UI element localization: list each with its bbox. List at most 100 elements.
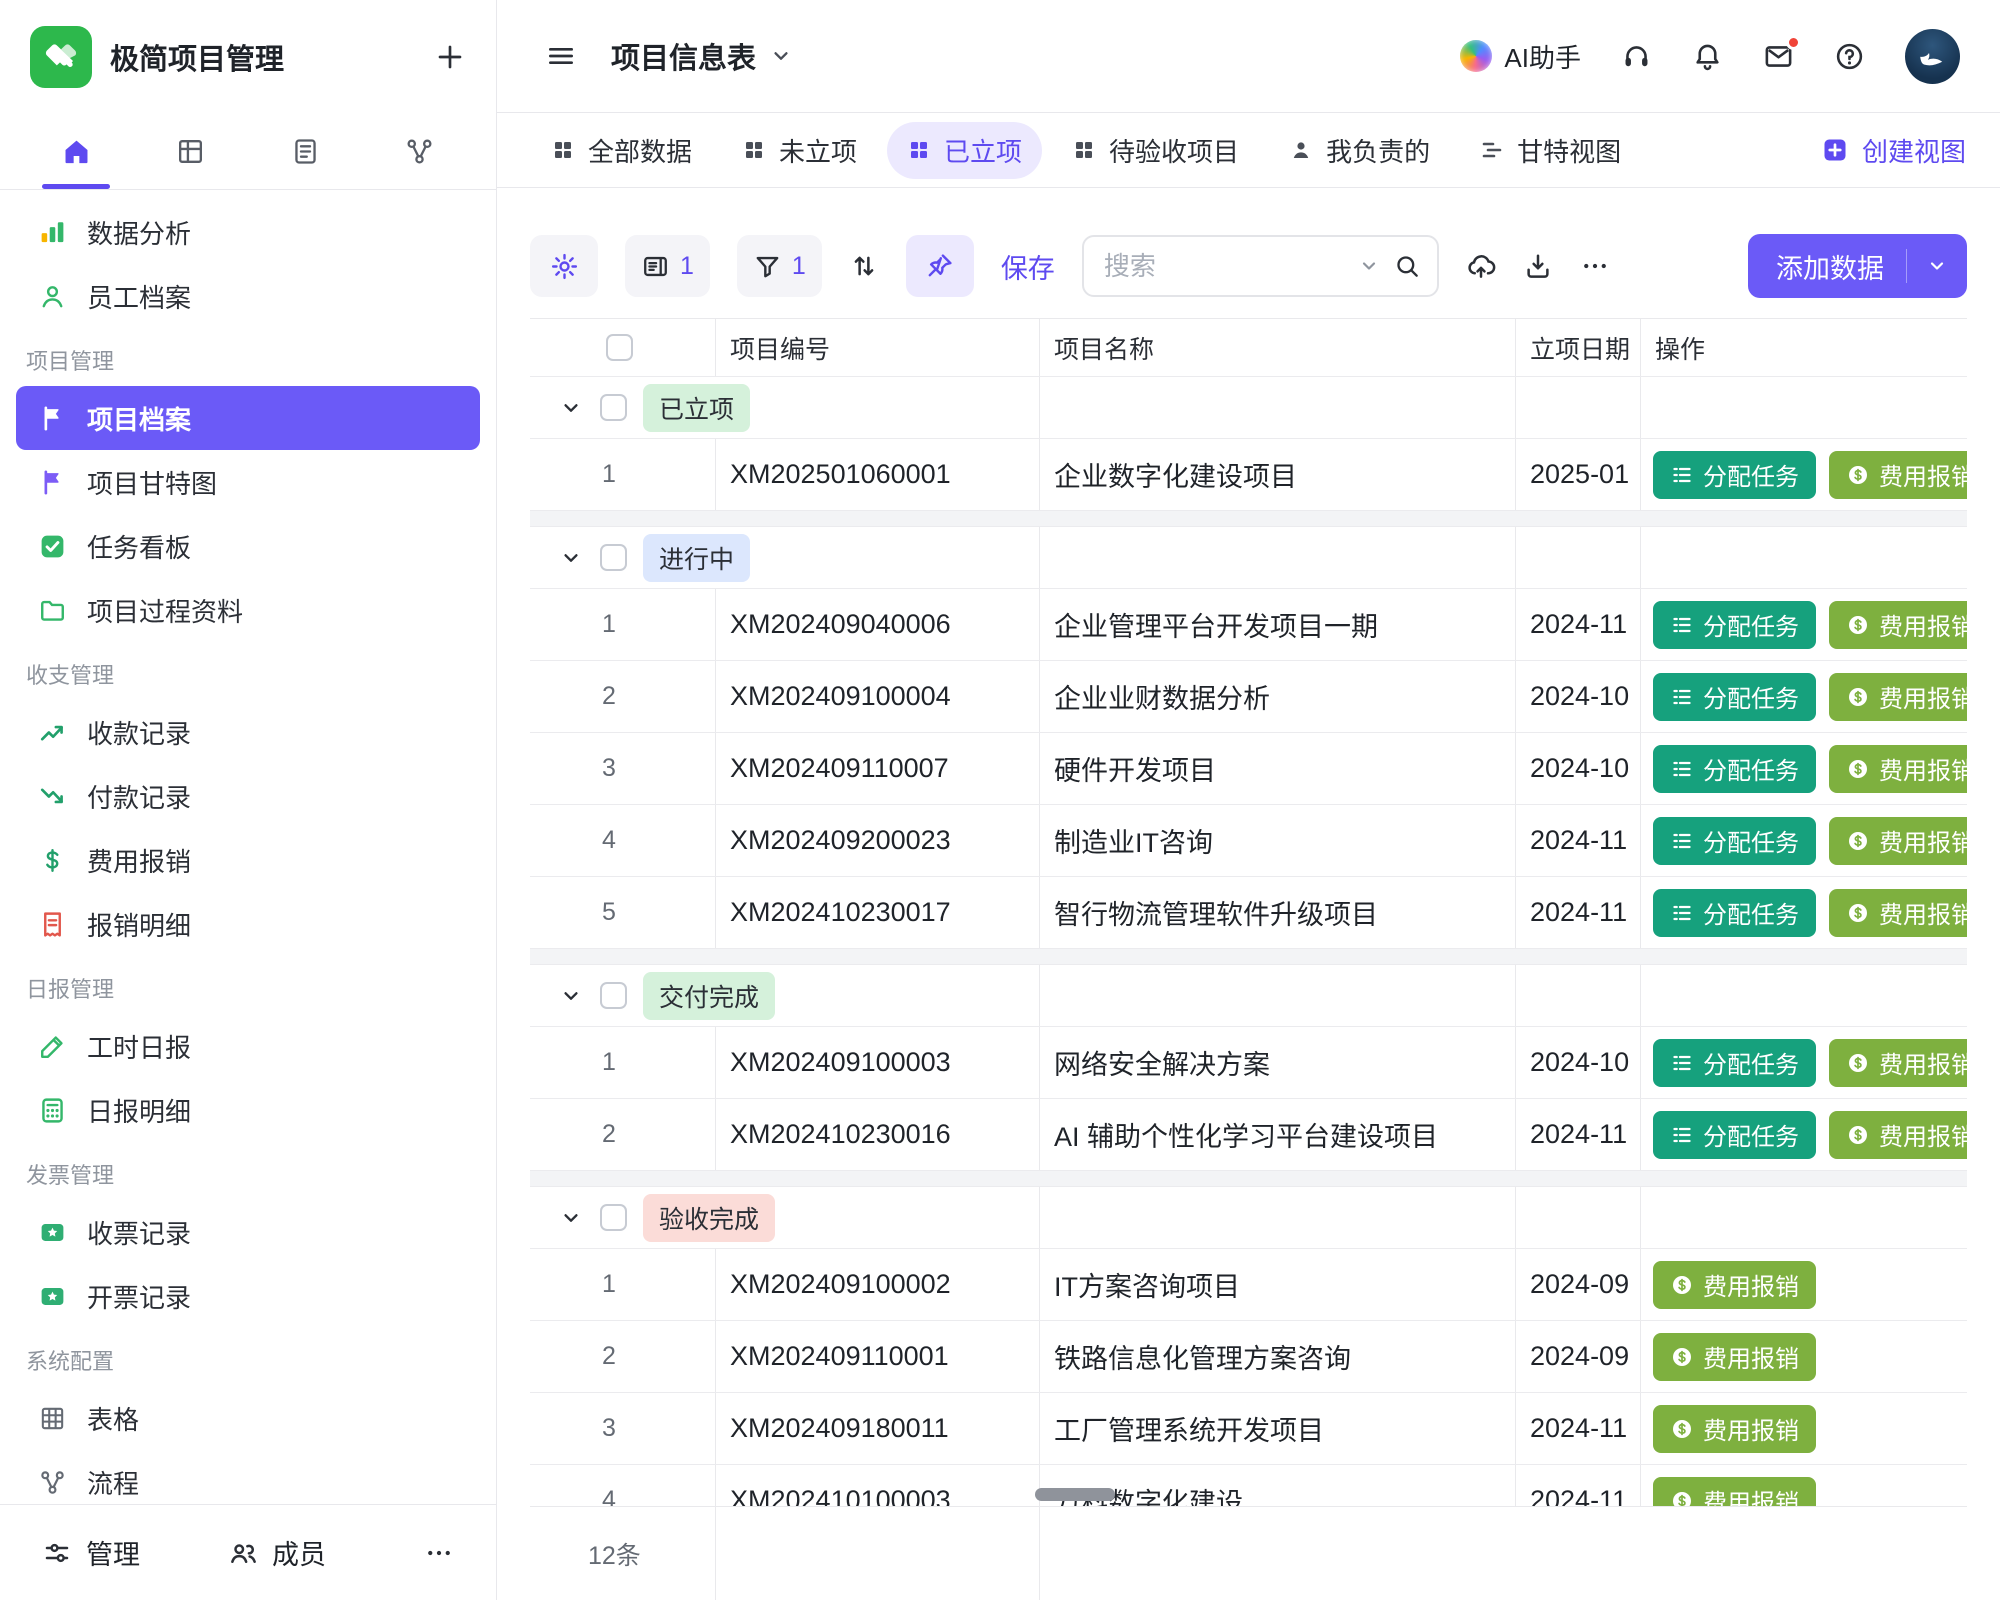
sidebar-item-project-gantt[interactable]: 项目甘特图 [16, 450, 480, 514]
view-tab-gantt-view[interactable]: 甘特视图 [1460, 122, 1641, 179]
expense-reimburse-button[interactable]: 费用报销 [1653, 1477, 1816, 1507]
user-avatar[interactable] [1905, 29, 1960, 84]
group-select-checkbox[interactable] [600, 982, 627, 1009]
table-row[interactable]: 2XM202409110001铁路信息化管理方案咨询2024-09费用报销 [530, 1321, 1967, 1393]
expense-reimburse-button[interactable]: 费用报销 [1653, 1405, 1816, 1453]
table-row[interactable]: 2XM202409100004企业业财数据分析2024-10分配任务费用报销 [530, 661, 1967, 733]
search-scope-chevron-icon[interactable] [1357, 254, 1381, 278]
assign-task-button[interactable]: 分配任务 [1653, 601, 1816, 649]
inbox-mail-button[interactable] [1763, 41, 1794, 72]
expense-reimburse-button[interactable]: 费用报销 [1829, 601, 1967, 649]
horizontal-scrollbar-thumb[interactable] [1035, 1488, 1115, 1501]
view-tab-all-data[interactable]: 全部数据 [531, 122, 712, 179]
support-headset-icon[interactable] [1621, 41, 1652, 72]
sidebar-item-workflow[interactable]: 流程 [16, 1450, 480, 1504]
column-header-actions[interactable]: 操作 [1641, 319, 1967, 376]
sidebar-item-expense-reimbursement[interactable]: 费用报销 [16, 828, 480, 892]
sidebar-item-employee-files[interactable]: 员工档案 [16, 264, 480, 328]
table-row[interactable]: 4XM202410100003万科数字化建设2024-11费用报销 [530, 1465, 1967, 1506]
create-view-button[interactable]: 创建视图 [1821, 132, 1966, 169]
sidebar-more-icon[interactable] [424, 1538, 454, 1568]
table-row[interactable]: 5XM202410230017智行物流管理软件升级项目2024-11分配任务费用… [530, 877, 1967, 949]
view-tab-initiated[interactable]: 已立项 [887, 122, 1042, 179]
import-upload-icon[interactable] [1466, 251, 1496, 281]
sidebar-tab-workflow[interactable] [380, 114, 460, 189]
sidebar-item-invoice-issued[interactable]: 开票记录 [16, 1264, 480, 1328]
ai-assistant-button[interactable]: AI助手 [1460, 38, 1581, 75]
expense-reimburse-button[interactable]: 费用报销 [1829, 451, 1967, 499]
expense-reimburse-button[interactable]: 费用报销 [1653, 1261, 1816, 1309]
view-settings-gear-button[interactable] [530, 235, 598, 297]
hamburger-menu-icon[interactable] [545, 40, 577, 72]
export-download-icon[interactable] [1523, 251, 1553, 281]
field-config-button[interactable]: 1 [625, 235, 710, 297]
help-icon[interactable] [1834, 41, 1865, 72]
expense-icon [1846, 1123, 1870, 1147]
assign-task-button[interactable]: 分配任务 [1653, 1111, 1816, 1159]
add-workspace-button[interactable] [434, 41, 466, 73]
assign-task-button[interactable]: 分配任务 [1653, 889, 1816, 937]
assign-task-button[interactable]: 分配任务 [1653, 673, 1816, 721]
title-chevron-down-icon[interactable] [768, 43, 794, 69]
sidebar-item-project-archive[interactable]: 项目档案 [16, 386, 480, 450]
expense-reimburse-button[interactable]: 费用报销 [1829, 1111, 1967, 1159]
column-header-project-code[interactable]: 项目编号 [716, 319, 1040, 376]
sidebar-footer-members[interactable]: 成员 [228, 1533, 326, 1572]
expense-reimburse-button[interactable]: 费用报销 [1829, 745, 1967, 793]
table-row[interactable]: 1XM202501060001企业数字化建设项目2025-01分配任务费用报销 [530, 439, 1967, 511]
sidebar-item-daily-report-details[interactable]: 日报明细 [16, 1078, 480, 1142]
sidebar-tab-form[interactable] [265, 114, 345, 189]
table-row[interactable]: 3XM202409180011工厂管理系统开发项目2024-11费用报销 [530, 1393, 1967, 1465]
expense-reimburse-button[interactable]: 费用报销 [1829, 673, 1967, 721]
sidebar-item-task-board[interactable]: 任务看板 [16, 514, 480, 578]
sort-button[interactable] [849, 251, 879, 281]
group-select-checkbox[interactable] [600, 544, 627, 571]
start-date-cell: 2024-11 [1516, 805, 1641, 876]
search-box[interactable] [1082, 235, 1439, 297]
sidebar-item-project-process-docs[interactable]: 项目过程资料 [16, 578, 480, 642]
table-row[interactable]: 1XM202409100003网络安全解决方案2024-10分配任务费用报销 [530, 1027, 1967, 1099]
save-view-button[interactable]: 保存 [1001, 247, 1055, 286]
assign-task-button[interactable]: 分配任务 [1653, 451, 1816, 499]
sidebar-item-work-hours-daily[interactable]: 工时日报 [16, 1014, 480, 1078]
sidebar-tab-home[interactable] [36, 114, 116, 189]
assign-icon [1670, 757, 1694, 781]
sidebar-item-data-analysis[interactable]: 数据分析 [16, 200, 480, 264]
column-header-start-date[interactable]: 立项日期 [1516, 319, 1641, 376]
table-row[interactable]: 1XM202409100002IT方案咨询项目2024-09费用报销 [530, 1249, 1967, 1321]
select-all-checkbox[interactable] [606, 334, 633, 361]
search-icon[interactable] [1393, 252, 1421, 280]
add-data-button[interactable]: 添加数据 [1748, 234, 1967, 298]
sidebar-footer-manage[interactable]: 管理 [42, 1533, 140, 1572]
view-tab-my-responsibility[interactable]: 我负责的 [1269, 122, 1450, 179]
sidebar-item-collection-records[interactable]: 收款记录 [16, 700, 480, 764]
view-tab-not-initiated[interactable]: 未立项 [722, 122, 877, 179]
sidebar-item-invoice-received[interactable]: 收票记录 [16, 1200, 480, 1264]
group-select-checkbox[interactable] [600, 1204, 627, 1231]
expense-reimburse-button[interactable]: 费用报销 [1829, 1039, 1967, 1087]
assign-task-button[interactable]: 分配任务 [1653, 745, 1816, 793]
sidebar-tab-table[interactable] [151, 114, 231, 189]
more-actions-icon[interactable] [1580, 251, 1610, 281]
sidebar-item-reimbursement-details[interactable]: 报销明细 [16, 892, 480, 956]
sidebar-item-tables[interactable]: 表格 [16, 1386, 480, 1450]
assign-task-button[interactable]: 分配任务 [1653, 817, 1816, 865]
table-row[interactable]: 2XM202410230016AI 辅助个性化学习平台建设项目2024-11分配… [530, 1099, 1967, 1171]
project-code-cell: XM202410100003 [716, 1465, 1040, 1506]
expense-reimburse-button[interactable]: 费用报销 [1829, 889, 1967, 937]
expense-reimburse-button[interactable]: 费用报销 [1829, 817, 1967, 865]
group-select-checkbox[interactable] [600, 394, 627, 421]
table-row[interactable]: 4XM202409200023制造业IT咨询2024-11分配任务费用报销 [530, 805, 1967, 877]
search-input[interactable] [1104, 251, 1345, 282]
add-data-chevron-icon[interactable] [1925, 254, 1949, 278]
column-header-project-name[interactable]: 项目名称 [1040, 319, 1516, 376]
assign-task-button[interactable]: 分配任务 [1653, 1039, 1816, 1087]
sidebar-item-payment-records[interactable]: 付款记录 [16, 764, 480, 828]
expense-reimburse-button[interactable]: 费用报销 [1653, 1333, 1816, 1381]
filter-button[interactable]: 1 [737, 235, 822, 297]
table-row[interactable]: 3XM202409110007硬件开发项目2024-10分配任务费用报销 [530, 733, 1967, 805]
pin-view-button[interactable] [906, 235, 974, 297]
view-tab-pending-acceptance[interactable]: 待验收项目 [1052, 122, 1259, 179]
notifications-bell-icon[interactable] [1692, 41, 1723, 72]
table-row[interactable]: 1XM202409040006企业管理平台开发项目一期2024-11分配任务费用… [530, 589, 1967, 661]
